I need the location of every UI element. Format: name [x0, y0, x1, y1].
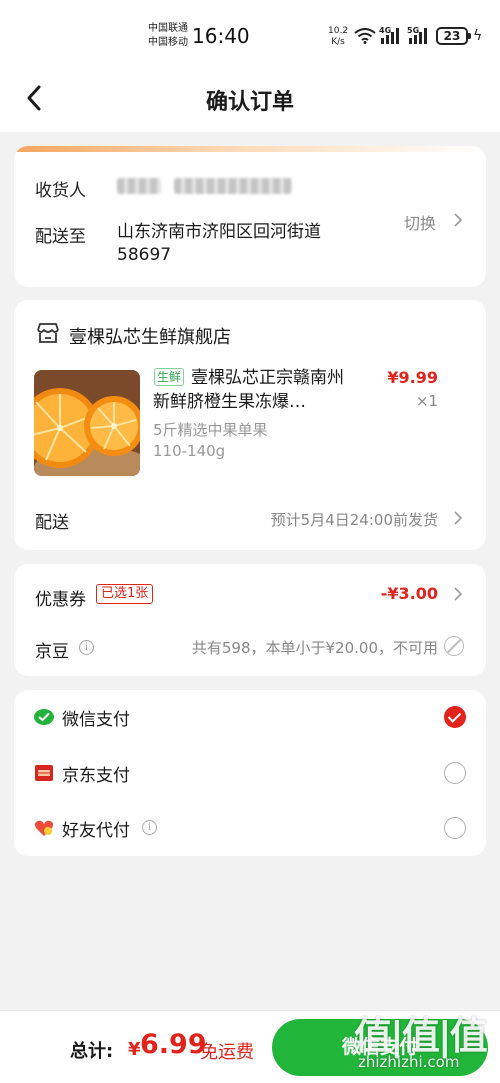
friend-pay-icon [34, 820, 54, 836]
receiver-name-redacted [117, 178, 161, 194]
total-amount: 6.99 [140, 1029, 207, 1060]
product-price: ¥9.99 [387, 368, 438, 387]
address-line-1: 山东济南市济阳区回河街道 [117, 222, 321, 242]
jd-beans-note: 共有598，本单小于¥20.00，不可用 [191, 639, 438, 657]
promotions-card: 优惠券 已选1张 -¥3.00 京豆 i 共有598，本单小于¥20.00，不可… [14, 564, 486, 676]
address-accent-stripe [14, 146, 486, 152]
deliver-to-label: 配送至 [35, 227, 86, 247]
shipping-label: 配送 [35, 513, 69, 533]
product-spec-line-1: 5斤精选中果单果 [153, 421, 268, 439]
unavailable-icon [444, 636, 464, 656]
receiver-phone-redacted [174, 178, 292, 194]
status-bar: 中国联通 中国移动 16:40 10.2 K/s 4G 5G 23 ϟ [0, 0, 500, 66]
checkout-bar: 总计: ¥ 6.99 免运费 微信支付 [0, 1010, 500, 1083]
carrier-names: 中国联通 中国移动 [148, 22, 188, 50]
coupon-selected-badge: 已选1张 [96, 584, 154, 604]
payment-option-wechat[interactable]: 微信支付 [14, 690, 486, 744]
product-spec: 5斤精选中果单果 110-140g [153, 420, 303, 462]
total-currency: ¥ [128, 1039, 141, 1060]
info-icon[interactable]: i [142, 820, 157, 835]
shipping-estimate[interactable]: 预计5月4日24:00前发货 [271, 509, 438, 530]
signal-1-icon: 4G [379, 26, 403, 48]
payment-option-label: 京东支付 [62, 766, 130, 786]
info-icon[interactable]: i [79, 640, 94, 655]
charging-icon: ϟ [473, 28, 483, 44]
network-speed-value: 10.2 [328, 26, 349, 36]
product-quantity: ×1 [415, 392, 438, 410]
chevron-right-icon [454, 587, 463, 601]
shop-name[interactable]: 壹棵弘芯生鲜旗舰店 [69, 323, 231, 349]
pay-button[interactable]: 微信支付 [272, 1019, 488, 1076]
carrier-1: 中国联通 [148, 23, 188, 34]
address-line-2: 58697 [117, 245, 172, 265]
nav-bar: 确认订单 [0, 66, 500, 132]
address-card[interactable]: 收货人 配送至 山东济南市济阳区回河街道 58697 切换 [14, 146, 486, 287]
payment-option-label: 好友代付 [62, 821, 130, 841]
jd-pay-icon [35, 765, 53, 781]
radio-selected[interactable] [444, 706, 466, 728]
status-time: 16:40 [192, 24, 250, 48]
payment-option-jd[interactable]: 京东支付 [14, 746, 486, 800]
free-shipping-label: 免运费 [200, 1042, 254, 1063]
radio-unselected[interactable] [444, 762, 466, 784]
battery-icon: 23 [436, 27, 471, 45]
chevron-right-icon [454, 213, 463, 227]
chevron-right-icon [454, 511, 463, 525]
signal-2-gen: 5G [407, 26, 420, 35]
payment-option-friend[interactable]: 好友代付 i [14, 801, 486, 855]
receiver-label: 收货人 [35, 181, 86, 201]
jd-beans-label: 京豆 [35, 642, 69, 662]
radio-unselected[interactable] [444, 817, 466, 839]
fresh-tag: 生鲜 [154, 368, 185, 386]
store-icon [37, 323, 59, 343]
payment-option-label: 微信支付 [62, 710, 130, 730]
coupon-amount[interactable]: -¥3.00 [381, 584, 438, 603]
network-speed-unit: K/s [331, 37, 345, 47]
network-speed: 10.2 K/s [328, 26, 348, 48]
product-image[interactable] [34, 370, 140, 476]
switch-address-button[interactable]: 切换 [404, 210, 436, 234]
delivery-address: 山东济南市济阳区回河街道 58697 [117, 221, 367, 267]
signal-1-gen: 4G [379, 26, 392, 35]
coupon-label: 优惠券 [35, 590, 86, 610]
product-spec-line-2: 110-140g [153, 442, 226, 460]
wechat-pay-icon [34, 709, 54, 725]
page-title: 确认订单 [205, 90, 294, 115]
total-label: 总计: [70, 1041, 114, 1062]
carrier-2: 中国移动 [148, 37, 188, 48]
shop-card: 壹棵弘芯生鲜旗舰店 壹棵弘芯正宗赣南州新鲜脐橙生果冻爆… 生鲜 ¥9.99 ×1… [14, 300, 486, 550]
signal-2-icon: 5G [407, 26, 431, 48]
payment-card: 微信支付 京东支付 好友代付 i [14, 690, 486, 856]
wifi-icon [354, 28, 376, 44]
